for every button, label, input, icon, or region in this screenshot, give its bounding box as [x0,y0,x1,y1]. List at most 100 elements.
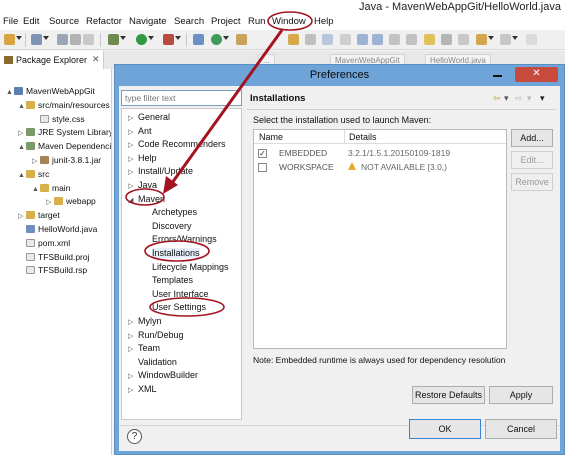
new-class-icon[interactable] [211,34,222,45]
edit-button[interactable]: Edit... [511,151,553,169]
ok-button[interactable]: OK [409,419,481,439]
tree-twisty-icon[interactable]: ▷ [18,129,26,137]
restore-defaults-button[interactable]: Restore Defaults [412,386,485,404]
nav-twisty-icon[interactable]: ▷ [128,114,138,122]
nav-twisty-icon[interactable]: ▷ [128,155,138,163]
nav-item[interactable]: ▷ Mylyn [128,316,162,329]
annotation-next-icon[interactable] [357,34,368,45]
forward-dropdown-icon[interactable] [512,36,518,40]
nav-item[interactable]: ▷ Code Recommenders [128,139,226,152]
tree-item[interactable]: TFSBuild.proj [18,252,90,265]
menu-search[interactable]: Search [174,16,204,27]
external-tools-dropdown-icon[interactable] [175,36,181,40]
menu-run[interactable]: Run [248,16,265,27]
nav-twisty-icon[interactable]: ▷ [128,168,138,176]
search-icon[interactable] [305,34,316,45]
nav-item[interactable]: Errors/Warnings [152,234,217,247]
menu-project[interactable]: Project [211,16,241,27]
back-dropdown-icon[interactable] [488,36,494,40]
run-icon[interactable] [136,34,147,45]
nav-twisty-icon[interactable]: ▷ [128,128,138,136]
tree-twisty-icon[interactable]: ▷ [46,198,54,206]
open-type-icon[interactable] [236,34,247,45]
tree-item[interactable]: ▷ target [18,210,60,223]
nav-item[interactable]: ▷ Java [128,180,157,193]
tree-item[interactable]: ▷ webapp [46,196,96,209]
tree-twisty-icon[interactable]: ▷ [18,212,26,220]
new-dropdown-icon[interactable] [16,36,22,40]
nav-twisty-icon[interactable]: ◢ [128,196,138,204]
new-icon[interactable] [4,34,15,45]
back-menu-icon[interactable]: ▾ [504,93,509,104]
tree-item[interactable]: ▲ src/main/resources [18,100,110,113]
back-arrow-icon[interactable]: ⇦ [493,93,501,104]
toggle-mark-icon[interactable] [322,34,333,45]
installation-checkbox[interactable] [258,163,267,172]
history-icon[interactable] [458,34,469,45]
tree-item[interactable]: pom.xml [18,238,70,251]
nav-item[interactable]: ▷ Help [128,153,157,166]
tree-twisty-icon[interactable]: ▲ [32,186,40,193]
tree-item[interactable]: ▷ JRE System Library [18,127,111,140]
column-name-header[interactable]: Name [259,132,283,142]
menu-file[interactable]: File [3,16,18,27]
tree-twisty-icon[interactable]: ▲ [18,144,26,151]
close-icon[interactable]: ✕ [92,54,100,65]
nav-twisty-icon[interactable]: ▷ [128,332,138,340]
nav-item[interactable]: ▷ WindowBuilder [128,370,198,383]
tree-item[interactable]: ▲ MavenWebAppGit [6,86,95,99]
new-java-project-icon[interactable] [193,34,204,45]
debug-icon[interactable] [108,34,119,45]
nav-item[interactable]: ◢ Maven [128,194,165,207]
menu-navigate[interactable]: Navigate [129,16,167,27]
menu-window[interactable]: Window [272,16,306,27]
nav-item[interactable]: Templates [152,275,193,288]
last-edit-icon[interactable] [389,34,400,45]
table-row[interactable]: ✓ EMBEDDED 3.2.1/1.5.1.20150109-1819 [254,146,506,160]
add-button[interactable]: Add... [511,129,553,147]
nav-twisty-icon[interactable]: ▷ [128,345,138,353]
open-perspective-icon[interactable] [526,34,537,45]
nav-item[interactable]: Archetypes [152,207,197,220]
cancel-button[interactable]: Cancel [485,419,557,439]
nav-twisty-icon[interactable]: ▷ [128,318,138,326]
tree-item[interactable]: HelloWorld.java [18,224,97,237]
forward-icon[interactable] [500,34,511,45]
forward-menu-icon[interactable]: ▾ [527,93,532,104]
nav-item[interactable]: User Interface [152,289,209,302]
nav-item[interactable]: Discovery [152,221,192,234]
tree-item[interactable]: ▲ src [18,169,49,182]
forward-arrow-icon[interactable]: ⇨ [515,93,523,104]
minimize-button[interactable] [484,67,510,81]
nav-twisty-icon[interactable]: ▷ [128,141,138,149]
package-explorer-tab[interactable]: Package Explorer ✕ [0,51,104,69]
apply-button[interactable]: Apply [489,386,553,404]
nav-item[interactable]: ▷ Team [128,343,160,356]
tree-item[interactable]: style.css [32,114,85,127]
nav-item[interactable]: ▷ General [128,112,170,125]
tree-item[interactable]: ▲ main [32,183,70,196]
nav-item[interactable]: Installations [152,248,200,261]
view-menu-icon[interactable]: ▾ [540,93,545,104]
external-tools-icon[interactable] [163,34,174,45]
folder-icon[interactable] [424,34,435,45]
menu-edit[interactable]: Edit [23,16,39,27]
nav-item[interactable]: Lifecycle Mappings [152,262,229,275]
nav-item[interactable]: ▷ XML [128,384,157,397]
tree-item[interactable]: ▷ junit-3.8.1.jar [32,155,101,168]
tree-twisty-icon[interactable]: ▷ [32,157,40,165]
remove-button[interactable]: Remove [511,173,553,191]
run-dropdown-icon[interactable] [148,36,154,40]
nav-item[interactable]: ▷ Install/Update [128,166,193,179]
nav-item[interactable]: Validation [138,357,177,370]
menu-help[interactable]: Help [314,16,334,27]
nav-twisty-icon[interactable]: ▷ [128,182,138,190]
tree-item[interactable]: TFSBuild.rsp [18,265,87,278]
tree-item[interactable]: ▲ Maven Dependencies [18,141,111,154]
new-class-dropdown-icon[interactable] [223,36,229,40]
column-details-header[interactable]: Details [349,132,377,142]
nav-twisty-icon[interactable]: ▷ [128,372,138,380]
toggle-icon[interactable] [83,34,94,45]
debug-dropdown-icon[interactable] [120,36,126,40]
print-icon[interactable] [70,34,81,45]
